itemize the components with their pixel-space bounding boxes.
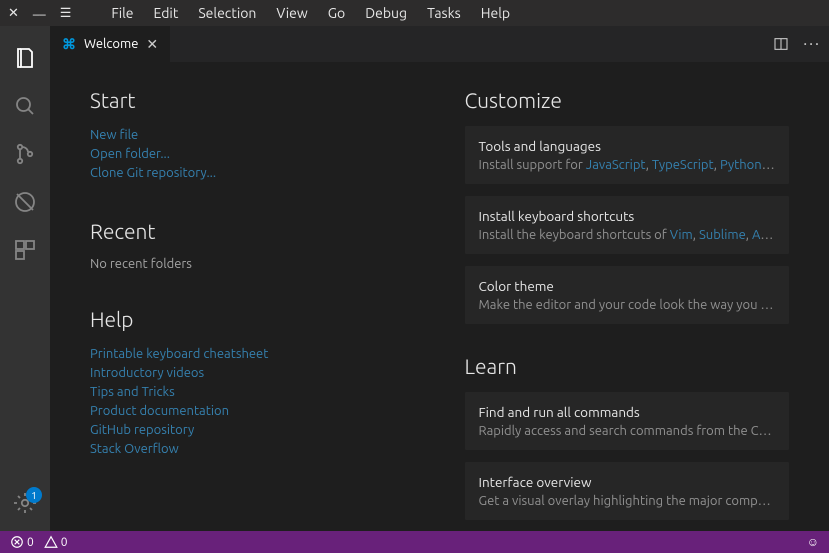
status-bar: 0 0 ☺ xyxy=(0,531,829,553)
customize-card[interactable]: Install keyboard shortcuts Install the ke… xyxy=(465,196,790,254)
menu-edit[interactable]: Edit xyxy=(144,2,189,24)
menu-view[interactable]: View xyxy=(266,2,317,24)
card-title[interactable]: Color theme xyxy=(479,278,776,294)
help-heading: Help xyxy=(90,307,415,331)
help-link[interactable]: Introductory videos xyxy=(90,364,415,383)
menu-help[interactable]: Help xyxy=(471,2,520,24)
menu-tasks[interactable]: Tasks xyxy=(417,2,471,24)
debug-icon xyxy=(13,190,37,214)
status-warnings[interactable]: 0 xyxy=(44,535,68,549)
card-desc: Make the editor and your code look the w… xyxy=(479,298,776,312)
window-minimize-icon[interactable]: __ xyxy=(33,2,46,16)
menu-selection[interactable]: Selection xyxy=(188,2,266,24)
status-warnings-count: 0 xyxy=(61,536,68,549)
activity-settings-badge: 1 xyxy=(26,487,42,503)
window-controls: ✕ __ ☰ xyxy=(8,6,71,21)
card-title[interactable]: Find and run all commands xyxy=(479,404,776,420)
help-link[interactable]: Stack Overflow xyxy=(90,440,415,459)
more-actions-icon[interactable]: ··· xyxy=(803,35,821,53)
tab-bar: ⌘ Welcome ✕ ··· xyxy=(50,26,829,62)
menu-debug[interactable]: Debug xyxy=(355,2,417,24)
smiley-icon: ☺ xyxy=(807,535,819,549)
help-link[interactable]: Tips and Tricks xyxy=(90,383,415,402)
start-link[interactable]: Open folder... xyxy=(90,145,415,164)
card-inline-link[interactable]: TypeScript xyxy=(652,158,714,172)
card-inline-link[interactable]: Python xyxy=(720,158,775,172)
activity-bar: 1 xyxy=(0,26,50,531)
card-inline-link[interactable]: Atom xyxy=(752,228,775,242)
card-desc: Rapidly access and search commands from … xyxy=(479,424,776,438)
source-control-icon xyxy=(13,142,37,166)
activity-extensions[interactable] xyxy=(0,226,50,274)
activity-debug[interactable] xyxy=(0,178,50,226)
status-errors[interactable]: 0 xyxy=(10,535,34,549)
menubar: FileEditSelectionViewGoDebugTasksHelp xyxy=(101,2,520,24)
recent-heading: Recent xyxy=(90,219,415,243)
titlebar: ✕ __ ☰ FileEditSelectionViewGoDebugTasks… xyxy=(0,0,829,26)
help-link[interactable]: GitHub repository xyxy=(90,421,415,440)
help-link[interactable]: Product documentation xyxy=(90,402,415,421)
customize-card[interactable]: Tools and languages Install support for J… xyxy=(465,126,790,184)
start-link[interactable]: Clone Git repository... xyxy=(90,164,415,183)
recent-empty: No recent folders xyxy=(90,257,415,271)
activity-explorer[interactable] xyxy=(0,34,50,82)
learn-heading: Learn xyxy=(465,354,790,378)
search-icon xyxy=(13,94,37,118)
window-menu-icon[interactable]: ☰ xyxy=(60,6,72,21)
card-inline-link[interactable]: Sublime xyxy=(699,228,746,242)
vscode-icon: ⌘ xyxy=(62,36,76,53)
start-heading: Start xyxy=(90,88,415,112)
welcome-left-column: Start New fileOpen folder...Clone Git re… xyxy=(90,88,415,531)
split-editor-icon[interactable] xyxy=(773,36,789,52)
welcome-right-column: Customize Tools and languages Install sup… xyxy=(465,88,790,531)
main-row: 1 ⌘ Welcome ✕ ··· Start New fileOpen fol… xyxy=(0,26,829,531)
card-inline-link[interactable]: Vim xyxy=(670,228,693,242)
activity-search[interactable] xyxy=(0,82,50,130)
start-link[interactable]: New file xyxy=(90,126,415,145)
activity-scm[interactable] xyxy=(0,130,50,178)
card-inline-link[interactable]: JavaScript xyxy=(586,158,646,172)
menu-file[interactable]: File xyxy=(101,2,143,24)
files-icon xyxy=(13,46,37,70)
tab-close-icon[interactable]: ✕ xyxy=(146,36,158,53)
card-title[interactable]: Tools and languages xyxy=(479,138,776,154)
activity-settings[interactable] xyxy=(0,479,50,527)
customize-heading: Customize xyxy=(465,88,790,112)
window-close-icon[interactable]: ✕ xyxy=(8,6,19,21)
menu-go[interactable]: Go xyxy=(318,2,355,24)
status-feedback[interactable]: ☺ xyxy=(807,535,819,549)
card-desc: Get a visual overlay highlighting the ma… xyxy=(479,494,776,508)
warning-icon xyxy=(44,535,58,549)
help-link[interactable]: Printable keyboard cheatsheet xyxy=(90,345,415,364)
learn-card[interactable]: Interface overview Get a visual overlay h… xyxy=(465,462,790,520)
card-desc: Install the keyboard shortcuts of Vim, S… xyxy=(479,228,776,242)
tab-welcome[interactable]: ⌘ Welcome ✕ xyxy=(50,26,170,62)
welcome-page: Start New fileOpen folder...Clone Git re… xyxy=(50,62,829,531)
error-icon xyxy=(10,535,24,549)
editor-area: ⌘ Welcome ✕ ··· Start New fileOpen folde… xyxy=(50,26,829,531)
card-desc: Install support for JavaScript, TypeScri… xyxy=(479,158,776,172)
start-section: Start New fileOpen folder...Clone Git re… xyxy=(90,88,415,183)
status-errors-count: 0 xyxy=(27,536,34,549)
tab-title: Welcome xyxy=(84,37,138,51)
learn-card[interactable]: Find and run all commands Rapidly access … xyxy=(465,392,790,450)
customize-card[interactable]: Color theme Make the editor and your code… xyxy=(465,266,790,324)
editor-actions: ··· xyxy=(773,35,821,53)
recent-section: Recent No recent folders xyxy=(90,219,415,271)
card-title[interactable]: Install keyboard shortcuts xyxy=(479,208,776,224)
extensions-icon xyxy=(13,238,37,262)
card-title[interactable]: Interface overview xyxy=(479,474,776,490)
help-section: Help Printable keyboard cheatsheetIntrod… xyxy=(90,307,415,459)
